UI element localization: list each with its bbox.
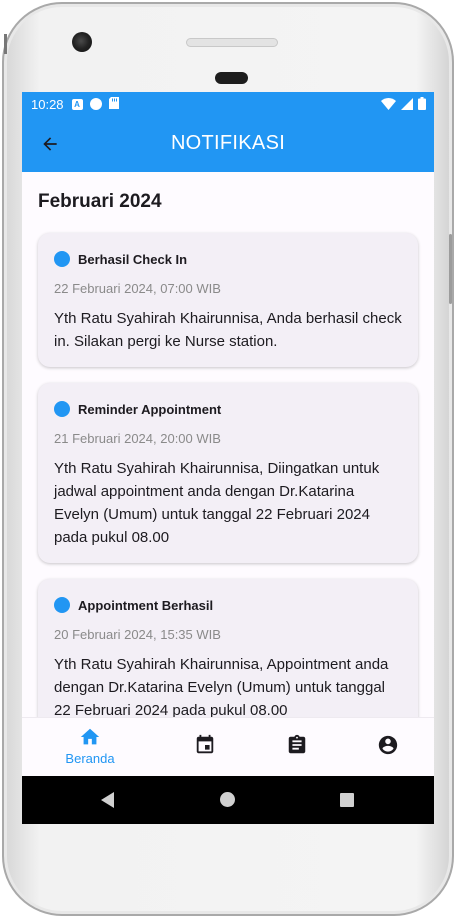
- earpiece-speaker: [186, 38, 278, 47]
- nav-item-clipboard[interactable]: [284, 718, 310, 777]
- battery-icon: [418, 97, 426, 113]
- bottom-navigation: Beranda: [22, 717, 434, 776]
- notification-card[interactable]: Reminder Appointment 21 Februari 2024, 2…: [38, 383, 418, 563]
- recents-square-icon[interactable]: [340, 793, 354, 807]
- system-status-icons: [381, 97, 426, 113]
- phone-side-button-left: [4, 34, 7, 54]
- a-icon: A: [71, 98, 83, 110]
- notification-time: 21 Februari 2024, 20:00 WIB: [54, 431, 221, 446]
- unread-dot-icon: [54, 597, 70, 613]
- notification-title-row: Berhasil Check In: [54, 249, 402, 269]
- signal-icon: [401, 97, 413, 113]
- notification-title: Reminder Appointment: [78, 401, 222, 417]
- status-time: 10:28: [31, 96, 64, 112]
- month-heading: Februari 2024: [38, 191, 162, 212]
- notification-body: Yth Ratu Syahirah Khairunnisa, Appointme…: [54, 656, 389, 717]
- proximity-sensor: [215, 72, 248, 84]
- notification-body: Yth Ratu Syahirah Khairunnisa, Diingatka…: [54, 460, 380, 546]
- nav-label-beranda: Beranda: [65, 751, 115, 766]
- clipboard-icon: [288, 734, 306, 754]
- wifi-icon: [381, 97, 396, 113]
- notification-time: 20 Februari 2024, 15:35 WIB: [54, 627, 221, 642]
- page-title: NOTIFIKASI: [170, 132, 286, 154]
- notification-title-row: Appointment Berhasil: [54, 595, 402, 615]
- notification-time: 22 Februari 2024, 07:00 WIB: [54, 281, 221, 296]
- g-circle-icon: [89, 98, 102, 110]
- home-icon: [80, 728, 100, 745]
- notification-title: Appointment Berhasil: [78, 597, 214, 613]
- system-navigation-bar: [22, 776, 434, 824]
- notification-card[interactable]: Appointment Berhasil 20 Februari 2024, 1…: [38, 579, 418, 717]
- calendar-icon: [196, 734, 214, 754]
- notification-list[interactable]: Februari 2024 Berhasil Check In 22 Febru…: [22, 172, 434, 717]
- account-icon: [378, 735, 398, 755]
- notification-body: Yth Ratu Syahirah Khairunnisa, Anda berh…: [54, 310, 402, 350]
- phone-side-button-right: [449, 234, 452, 304]
- unread-dot-icon: [54, 401, 70, 417]
- sd-card-icon: [108, 96, 119, 112]
- front-camera: [72, 32, 92, 52]
- notification-title: Berhasil Check In: [78, 251, 188, 267]
- home-circle-icon[interactable]: [220, 792, 235, 807]
- nav-item-calendar[interactable]: [192, 718, 218, 777]
- notification-card[interactable]: Berhasil Check In 22 Februari 2024, 07:0…: [38, 233, 418, 367]
- phone-screen: 10:28 A NOTIFIKASI Februari 2024 Berhasi…: [22, 92, 434, 824]
- nav-item-beranda[interactable]: Beranda: [58, 718, 122, 777]
- app-bar: NOTIFIKASI: [22, 116, 434, 172]
- status-bar: 10:28 A: [22, 92, 434, 116]
- unread-dot-icon: [54, 251, 70, 267]
- back-triangle-icon[interactable]: [101, 792, 114, 808]
- nav-item-account[interactable]: [375, 718, 401, 777]
- notification-title-row: Reminder Appointment: [54, 399, 402, 419]
